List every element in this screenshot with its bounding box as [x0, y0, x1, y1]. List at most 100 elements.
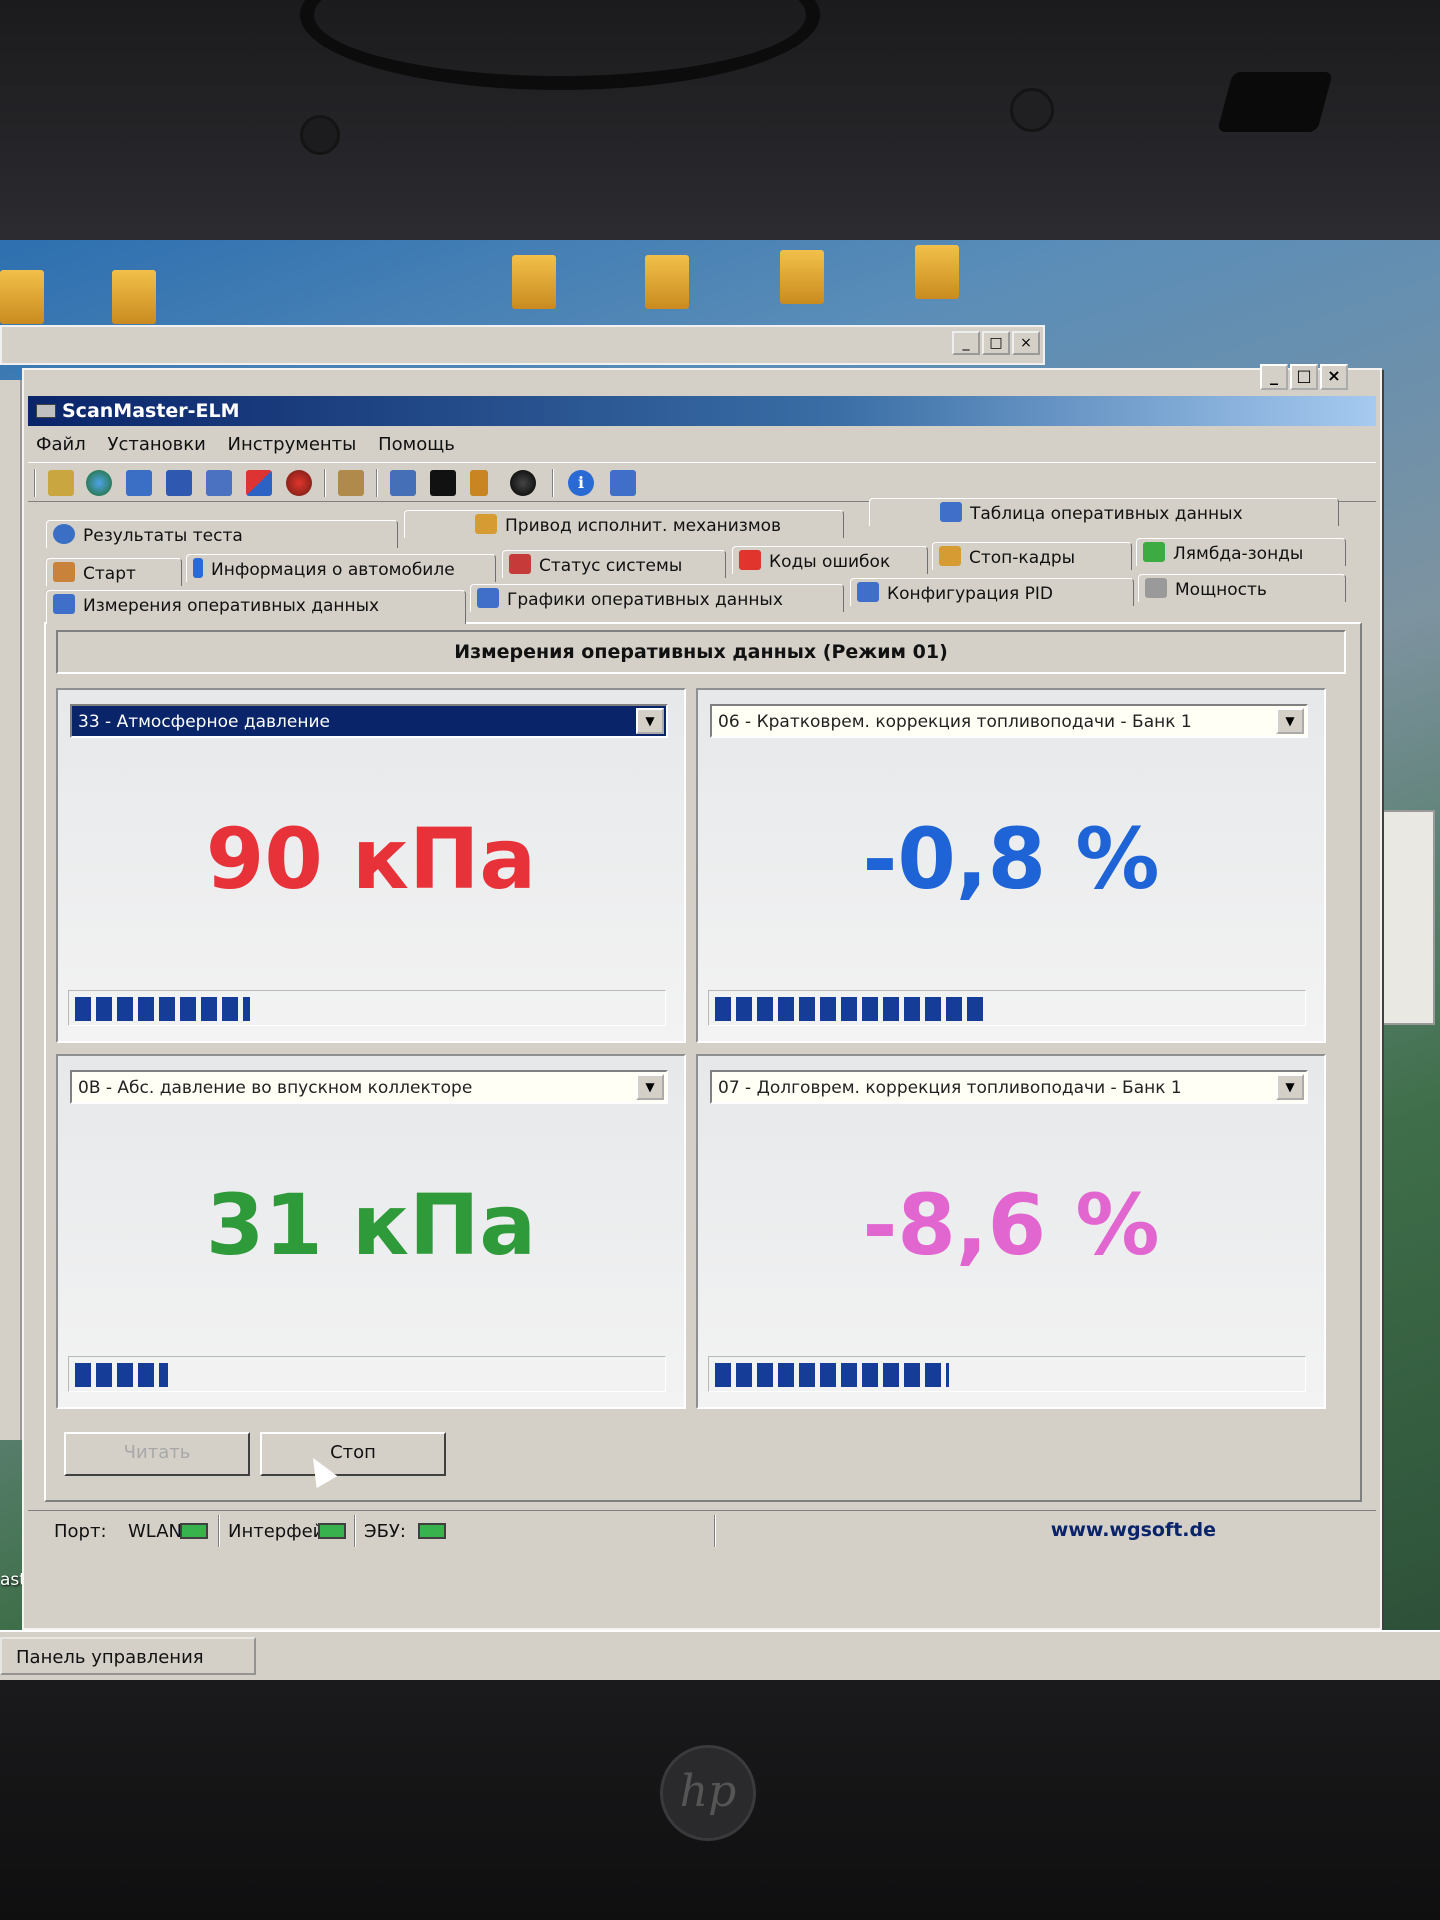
taskbar: Панель управления: [0, 1630, 1440, 1680]
menu-bar: Файл Установки Инструменты Помощь: [28, 430, 1376, 460]
chevron-down-icon[interactable]: ▼: [1276, 708, 1304, 734]
alarm-icon[interactable]: [286, 470, 312, 496]
toolbar: i: [28, 462, 1376, 502]
chevron-down-icon[interactable]: ▼: [636, 1074, 664, 1100]
tab-live-data-graphs[interactable]: Графики оперативных данных: [470, 584, 844, 612]
warning-icon: [739, 550, 761, 570]
menu-settings[interactable]: Установки: [99, 430, 213, 455]
menu-help[interactable]: Помощь: [370, 430, 463, 455]
gauge-bar: [68, 1356, 666, 1392]
folder-icon[interactable]: [780, 250, 824, 304]
table-icon[interactable]: [166, 470, 192, 496]
tab-vehicle-info[interactable]: Информация о автомобиле: [186, 554, 496, 582]
config-icon: [857, 582, 879, 602]
clipboard-icon[interactable]: [338, 470, 364, 496]
port-label: Порт:: [54, 1521, 107, 1542]
pid-select-value: 33 - Атмосферное давление: [78, 712, 330, 732]
chart-icon[interactable]: [206, 470, 232, 496]
gauge-bar-fill: [75, 997, 250, 1021]
app-icon: [36, 404, 56, 418]
pid-select-value: 0B - Абс. давление во впускном коллектор…: [78, 1078, 473, 1098]
gauge-icon[interactable]: [510, 470, 536, 496]
minimize-button[interactable]: _: [1260, 364, 1288, 390]
toolbar-separator: [552, 469, 554, 497]
status-separator: [354, 1515, 356, 1547]
folder-icon[interactable]: [512, 255, 556, 309]
hp-logo-icon: hp: [660, 1745, 756, 1841]
folder-icon[interactable]: [112, 270, 156, 324]
exit-icon[interactable]: [610, 470, 636, 496]
background-window: _ □ ×: [0, 325, 1045, 365]
battery-icon[interactable]: [470, 470, 488, 496]
taskbar-item[interactable]: Панель управления: [0, 1637, 256, 1675]
window-title: ScanMaster-ELM: [62, 400, 240, 422]
read-button[interactable]: Читать: [64, 1432, 250, 1476]
ecu-status-led: [418, 1523, 446, 1539]
folder-icon[interactable]: [915, 245, 959, 299]
tab-actuators[interactable]: Привод исполнит. механизмов: [404, 510, 844, 538]
ecu-label: ЭБУ:: [364, 1521, 406, 1542]
port-value: WLAN: [128, 1521, 183, 1542]
background-window-edge: [0, 380, 22, 1440]
grid-icon: [53, 594, 75, 614]
gauge-value: 90 кПа: [205, 810, 537, 908]
title-bar[interactable]: ScanMaster-ELM _ □ ×: [28, 364, 1376, 426]
menu-file[interactable]: Файл: [28, 430, 94, 455]
pid-select[interactable]: 33 - Атмосферное давление ▼: [70, 704, 668, 738]
folder-icon[interactable]: [645, 255, 689, 309]
chevron-down-icon[interactable]: ▼: [1276, 1074, 1304, 1100]
gauge-panel: 33 - Атмосферное давление ▼ 90 кПа: [56, 688, 686, 1043]
tab-system-status[interactable]: Статус системы: [502, 550, 726, 578]
stop-button[interactable]: Стоп: [260, 1432, 446, 1476]
document-icon[interactable]: [126, 470, 152, 496]
tab-power[interactable]: Мощность: [1138, 574, 1346, 602]
home-icon: [53, 562, 75, 582]
menu-tools[interactable]: Инструменты: [220, 430, 365, 455]
gauge-panel: 0B - Абс. давление во впускном коллектор…: [56, 1054, 686, 1409]
tab-live-data-measurements[interactable]: Измерения оперативных данных: [46, 590, 466, 624]
tab-start[interactable]: Старт: [46, 558, 182, 586]
interface-status-led: [318, 1523, 346, 1539]
tab-error-codes[interactable]: Коды ошибок: [732, 546, 928, 574]
gauge-panel: 06 - Кратковрем. коррекция топливоподачи…: [696, 688, 1326, 1043]
tab-pid-config[interactable]: Конфигурация PID: [850, 578, 1134, 606]
port-status-led: [180, 1523, 208, 1539]
gauge-bar: [68, 990, 666, 1026]
terminal-icon[interactable]: [430, 470, 456, 496]
pid-select-value: 06 - Кратковрем. коррекция топливоподачи…: [718, 712, 1192, 732]
status-separator: [218, 1515, 220, 1547]
report-icon[interactable]: [246, 470, 272, 496]
maximize-button[interactable]: □: [1290, 364, 1318, 390]
globe-icon[interactable]: [86, 470, 112, 496]
website-link[interactable]: www.wgsoft.de: [1051, 1519, 1216, 1541]
folder-icon[interactable]: [0, 270, 44, 324]
bezel-screw-left: [300, 115, 340, 155]
gauge-bar-fill: [715, 997, 984, 1021]
tab-test-results[interactable]: Результаты теста: [46, 520, 398, 548]
hand-icon: [475, 514, 497, 534]
gauge-panel: 07 - Долговрем. коррекция топливоподачи …: [696, 1054, 1326, 1409]
chart-icon: [477, 588, 499, 608]
bezel-latch: [1216, 72, 1334, 132]
bezel-ring: [300, 0, 820, 90]
chevron-down-icon[interactable]: ▼: [636, 708, 664, 734]
checklist-icon: [509, 554, 531, 574]
close-button[interactable]: ×: [1320, 364, 1348, 390]
info-icon[interactable]: i: [568, 470, 594, 496]
tab-lambda-sensors[interactable]: Лямбда-зонды: [1136, 538, 1346, 566]
scanmaster-window: ScanMaster-ELM _ □ × Файл Установки Инст…: [22, 364, 1382, 1630]
pid-select[interactable]: 0B - Абс. давление во впускном коллектор…: [70, 1070, 668, 1104]
hand-icon: [939, 546, 961, 566]
connect-icon[interactable]: [48, 470, 74, 496]
pid-select[interactable]: 06 - Кратковрем. коррекция топливоподачи…: [710, 704, 1308, 738]
pid-select[interactable]: 07 - Долговрем. коррекция топливоподачи …: [710, 1070, 1308, 1104]
tab-freeze-frames[interactable]: Стоп-кадры: [932, 542, 1132, 570]
webcam: [1010, 88, 1054, 132]
gauge-value: 31 кПа: [205, 1176, 537, 1274]
tab-live-data-table[interactable]: Таблица оперативных данных: [869, 498, 1339, 526]
maximize-button[interactable]: □: [982, 331, 1010, 355]
monitor-icon[interactable]: [390, 470, 416, 496]
close-button[interactable]: ×: [1012, 331, 1040, 355]
minimize-button[interactable]: _: [952, 331, 980, 355]
status-bar: Порт: WLAN Интерфейс: ЭБУ: www.wgsoft.de: [28, 1510, 1376, 1550]
